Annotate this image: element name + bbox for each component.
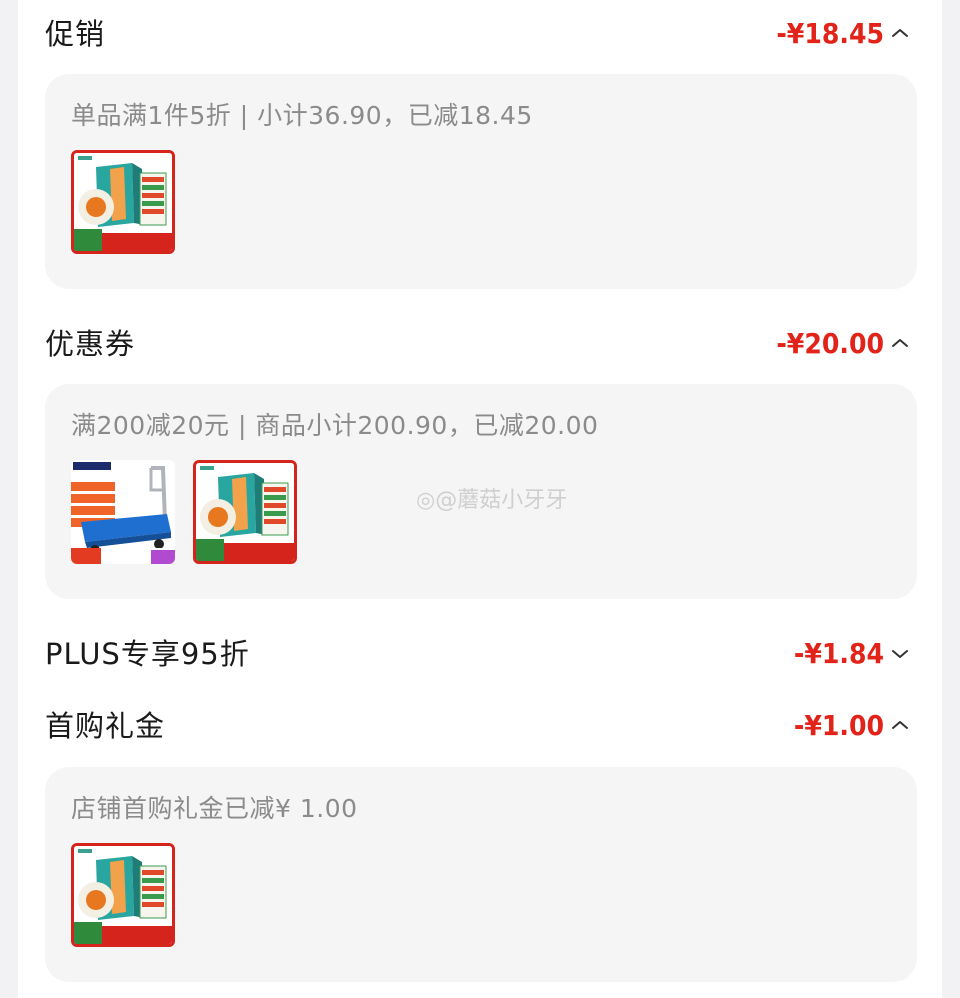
- section-amount: -¥20.00: [776, 327, 884, 360]
- weibo-icon: ◎: [416, 488, 436, 513]
- product-thumbnail-salted-eggs[interactable]: [71, 843, 175, 947]
- section-title: 首购礼金: [45, 709, 166, 743]
- section-title: PLUS专享95折: [45, 637, 250, 671]
- section-title: 促销: [45, 17, 106, 51]
- promotion-header[interactable]: 促销 -¥18.45: [18, 6, 942, 62]
- promotion-description: 单品满1件5折 | 小计36.90，已减18.45: [71, 101, 533, 130]
- first-purchase-gift-header[interactable]: 首购礼金 -¥1.00: [18, 698, 942, 754]
- coupon-description: 满200减20元 | 商品小计200.90，已减20.00: [71, 411, 599, 440]
- product-thumbnail-trolley[interactable]: [71, 460, 175, 564]
- gift-description: 店铺首购礼金已减¥ 1.00: [71, 794, 358, 823]
- product-thumbnail-salted-eggs[interactable]: [193, 460, 297, 564]
- first-purchase-gift-card: 店铺首购礼金已减¥ 1.00: [45, 767, 917, 982]
- chevron-up-icon[interactable]: [888, 698, 912, 754]
- plus-discount-header[interactable]: PLUS专享95折 -¥1.84: [18, 626, 942, 682]
- section-amount: -¥18.45: [776, 17, 884, 50]
- promotion-card: 单品满1件5折 | 小计36.90，已减18.45: [45, 74, 917, 289]
- chevron-down-icon[interactable]: [888, 626, 912, 682]
- coupon-header[interactable]: 优惠券 -¥20.00: [18, 316, 942, 372]
- section-amount: -¥1.00: [793, 709, 884, 742]
- chevron-up-icon[interactable]: [888, 6, 912, 62]
- watermark: ◎@蘑菇小牙牙: [416, 488, 568, 513]
- section-amount: -¥1.84: [793, 637, 884, 670]
- product-thumbnail-salted-eggs[interactable]: [71, 150, 175, 254]
- chevron-up-icon[interactable]: [888, 316, 912, 372]
- section-title: 优惠券: [45, 327, 136, 361]
